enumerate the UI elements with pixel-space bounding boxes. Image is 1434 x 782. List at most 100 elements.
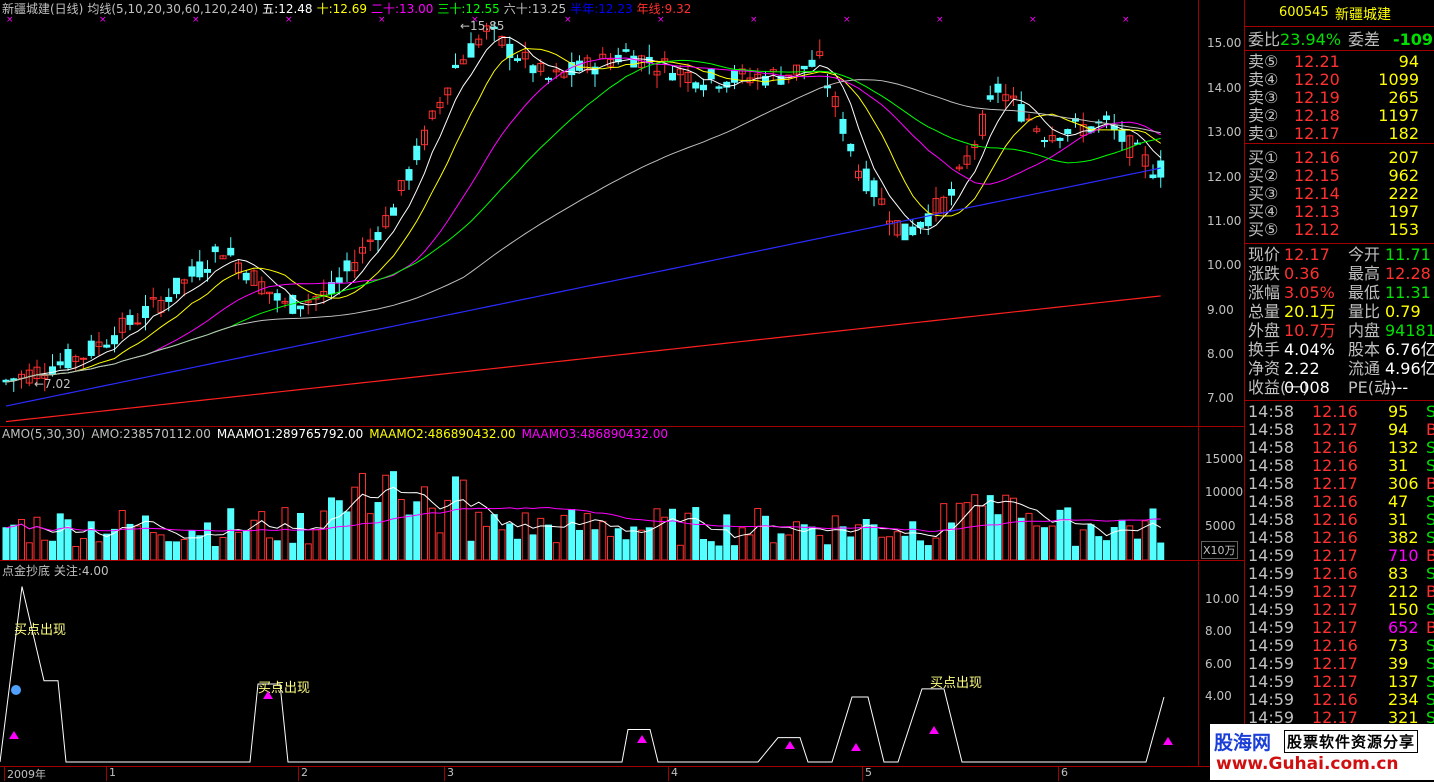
volume-bar [738,527,746,560]
volume-tick-label: 10000 [1205,485,1244,500]
stat-value: 20.1万 [1284,302,1336,321]
order-ratio-row: 委比23.94% 委差 -1096 [1248,31,1434,49]
volume-bar [506,523,514,560]
ask-row: 卖① 12.17 182 [1248,125,1433,143]
buy-arrow-icon [929,726,939,734]
volume-bar [1064,507,1072,560]
volume-bar [87,521,95,560]
volume-bar [64,519,72,560]
indicator-chart[interactable]: 买点出现买点出现 买点出现 [0,561,1200,766]
candle-body [707,69,715,80]
volume-unit: X10万 [1201,541,1238,559]
volume-bar [917,540,924,560]
indicator-panel[interactable]: 买点出现 买点出现 买点出现 点金抄底 关注:4.00 10.00 8.00 6.00 4… [0,561,1244,766]
bid-volume: 222 [1388,184,1419,203]
stat-value: 4.04% [1284,340,1335,359]
tick-row: 14:59 12.17 710 B [1248,546,1434,565]
volume-bar [537,517,545,560]
ma-header-item: 半年:12.23 [570,2,633,16]
tick-row: 14:58 12.16 31 S [1248,456,1434,475]
candle-body [909,226,917,236]
watermark-tagline: 股票软件资源分享 [1284,730,1419,753]
tick-row: 14:59 12.16 234 S [1248,690,1434,709]
volume-bar [979,505,986,560]
candle-body [622,49,630,52]
tick-volume: 212 [1388,582,1419,601]
stat-value: 0.008 [1284,378,1330,397]
candlestick-chart[interactable]: × × × × × × × × × × × × ×←15.85←7.02 [0,0,1200,426]
volume-bar [103,533,111,560]
volume-bar [165,541,173,560]
indicator-tick-label: 6.00 [1205,656,1232,671]
bid-row: 买① 12.16 207 [1248,149,1433,167]
volume-bar [1025,512,1033,560]
volume-bar [312,529,320,560]
tick-row: 14:59 12.16 83 S [1248,565,1434,583]
candle-body [165,296,173,302]
tick-volume: 382 [1388,528,1419,547]
price-tick-label: 9.00 [1207,302,1234,317]
tick-side: S [1426,654,1434,673]
stat-row: 净资 2.22 流通 4.96亿 [1248,359,1434,378]
volume-bar [134,525,142,560]
tick-volume: 150 [1388,600,1419,619]
price-tick-label: 7.00 [1207,391,1234,406]
tick-side: S [1426,402,1434,421]
volume-bars[interactable] [0,427,1200,560]
volume-bar [893,531,901,560]
volume-bar [545,524,552,560]
ma20-line [5,57,1161,383]
candle-body [1017,104,1025,122]
stock-title: 600545 新疆城建 [1245,0,1434,27]
tick-time: 14:59 [1248,636,1295,655]
volume-bar [359,472,366,560]
tick-volume: 710 [1388,546,1419,565]
volume-bar [607,535,614,560]
tick-price: 12.16 [1312,402,1358,421]
buy-arrow-icon [1163,737,1173,745]
main-chart-panel[interactable]: × × × × × × × × × × × × × ←15.85 ←7.02 新疆城建(日线) 均线(5,10… [0,0,1244,427]
candle-body [1103,115,1110,121]
ask-row: 卖② 12.18 1197 [1248,107,1433,125]
stat-value: 94181 [1385,321,1434,340]
price-tick-label: 8.00 [1207,347,1234,361]
candle-body [692,82,700,89]
volume-bar [622,539,630,560]
volume-bar [475,511,483,560]
volume-bar [444,499,452,560]
volume-bar [971,494,979,560]
tick-row: 14:58 12.16 47 S [1248,492,1434,511]
ask-price: 12.17 [1294,124,1340,143]
stat-label: 最低 [1348,283,1381,302]
volume-bar [707,541,715,560]
volume-panel[interactable]: AMO(5,30,30) AMO:238570112.00 MAAMO1:28976… [0,427,1244,561]
ask-volume: 94 [1398,52,1419,71]
volume-bar [1118,519,1126,560]
candle-body [1118,130,1126,142]
candle-body [273,293,281,301]
ask-price: 12.20 [1294,70,1340,89]
volume-bar [552,542,560,560]
volume-bar [824,544,831,560]
tick-side: S [1426,492,1434,511]
volume-bar [514,538,521,560]
ratio-value: 23.94% [1280,30,1342,49]
candle-body [134,322,142,325]
date-tick-mark [298,767,299,781]
stat-value: 4.96亿 [1385,359,1434,378]
tick-price: 12.16 [1312,690,1358,709]
candle-body [1064,129,1072,135]
diff-value: -1096 [1393,30,1434,49]
tick-price: 12.16 [1312,456,1358,475]
tick-volume: 132 [1388,438,1419,457]
stat-value: 0.79 [1385,302,1421,321]
tick-time: 14:58 [1248,474,1295,493]
volume-bar [1017,517,1025,560]
volume-bar [483,525,490,560]
ma60-line [5,79,1161,383]
indicator-header: 点金抄底 关注:4.00 [2,562,109,579]
volume-bar [211,545,219,560]
volume-bar [591,529,599,560]
buy-signal-label: 买点出现 [14,623,66,638]
stat-row: 换手 4.04% 股本 6.76亿 [1248,340,1434,359]
